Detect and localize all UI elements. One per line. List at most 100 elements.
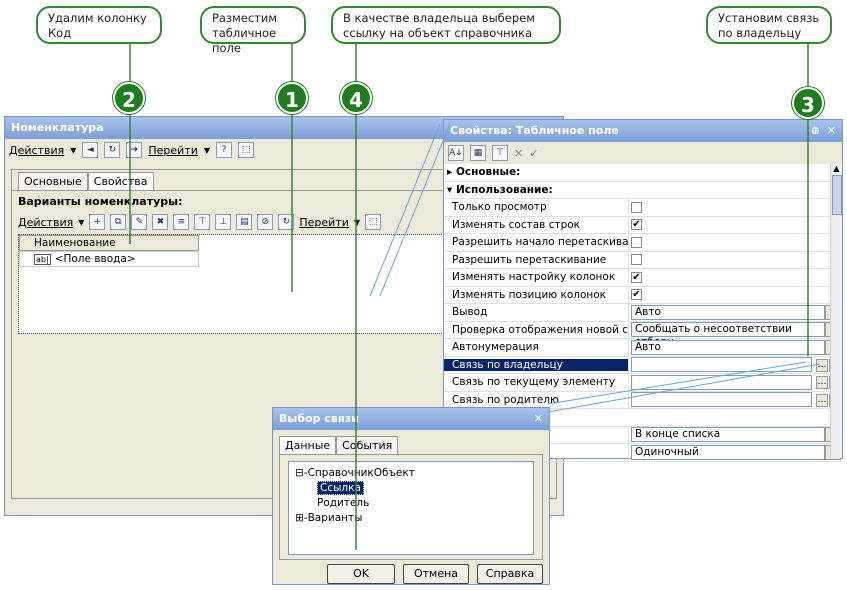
- property-value[interactable]: Сообщать о несоответствии отбору▼: [628, 321, 842, 348]
- cancel-icon[interactable]: ✕: [514, 147, 523, 160]
- checkbox[interactable]: [631, 254, 642, 266]
- scroll-thumb[interactable]: [831, 175, 842, 215]
- scrollbar[interactable]: ▲: [830, 164, 842, 458]
- combo-box[interactable]: Авто▼: [631, 339, 841, 355]
- combo-box[interactable]: В конце списка▼: [631, 427, 841, 443]
- combo-box[interactable]: Сообщать о несоответствии отбору▼: [631, 322, 841, 348]
- property-row[interactable]: Изменять состав строк ✔: [444, 216, 842, 234]
- property-row[interactable]: Автонумерация Авто▼: [444, 339, 842, 357]
- inner-goto-menu[interactable]: Перейти: [299, 216, 349, 229]
- tree-node-parent[interactable]: Родитель: [295, 496, 527, 511]
- copy-row-icon[interactable]: ⧉: [110, 214, 127, 230]
- ellipsis-button[interactable]: …: [816, 393, 828, 407]
- combo-box[interactable]: Авто▼: [631, 304, 841, 320]
- filter-icon[interactable]: ⊤: [194, 214, 211, 230]
- window-icon[interactable]: ⬚: [238, 142, 255, 158]
- clear-filter-icon[interactable]: ⊘: [257, 214, 274, 230]
- group-usage[interactable]: ▾ Использование:: [444, 182, 842, 199]
- property-value[interactable]: В конце списка▼: [628, 426, 842, 443]
- property-value[interactable]: …✕: [628, 356, 842, 373]
- sort-az-icon[interactable]: A↓: [448, 145, 464, 161]
- refresh-icon[interactable]: ↻: [278, 214, 295, 230]
- property-row[interactable]: Связь по текущему элементу …✕: [444, 374, 842, 392]
- step-marker-3: 3: [792, 87, 824, 119]
- actions-menu[interactable]: Действия: [9, 144, 64, 157]
- tab-events[interactable]: События: [336, 436, 399, 454]
- inner-actions-menu[interactable]: Действия: [18, 216, 73, 229]
- pick-field[interactable]: [631, 374, 812, 390]
- checkbox[interactable]: ✔: [631, 271, 642, 283]
- property-label: Автонумерация: [452, 341, 539, 354]
- edit-row-icon[interactable]: ✎: [131, 214, 148, 230]
- tab-properties[interactable]: Свойства: [87, 172, 154, 190]
- column-header-name[interactable]: Наименование: [19, 235, 199, 251]
- ok-button[interactable]: OK: [327, 564, 395, 584]
- property-row[interactable]: Связь по владельцу…✕: [444, 356, 842, 374]
- delete-row-icon[interactable]: ✖: [152, 214, 169, 230]
- property-row[interactable]: Вывод Авто▼: [444, 304, 842, 322]
- property-value[interactable]: [628, 234, 842, 251]
- move-icon[interactable]: ≡: [173, 214, 190, 230]
- checkbox[interactable]: ✔: [631, 219, 642, 231]
- tree-node-variants[interactable]: ⊞-Варианты: [295, 511, 527, 526]
- pick-field[interactable]: [631, 392, 812, 408]
- ellipsis-button[interactable]: …: [816, 376, 828, 389]
- property-value[interactable]: ✔: [628, 286, 842, 303]
- refresh-icon[interactable]: ↻: [104, 142, 121, 158]
- help-icon[interactable]: ?: [216, 142, 233, 158]
- table-row[interactable]: ab| <Поле ввода>: [19, 251, 199, 267]
- property-value[interactable]: Авто▼: [628, 339, 842, 356]
- combo-box[interactable]: Одиночный▼: [631, 444, 841, 460]
- tree-node-link[interactable]: Ссылка: [295, 481, 527, 496]
- property-label: Только просмотр: [452, 201, 547, 214]
- accept-icon[interactable]: ✓: [529, 147, 538, 160]
- property-value[interactable]: Одиночный▼: [628, 444, 842, 461]
- options-icon[interactable]: ▤: [236, 214, 253, 230]
- property-row[interactable]: Проверка отображения новой строкиСообщат…: [444, 321, 842, 348]
- tree-node-root[interactable]: ⊟-СправочникОбъект: [295, 466, 527, 481]
- property-value[interactable]: …✕: [628, 374, 842, 391]
- close-icon[interactable]: ✕: [534, 408, 543, 430]
- properties-title: Свойства: Табличное поле ⊕ ✕: [444, 120, 842, 142]
- combo-value: В конце списка: [635, 428, 721, 441]
- checkbox[interactable]: [631, 236, 642, 248]
- go-icon[interactable]: ➔: [126, 142, 143, 158]
- property-value[interactable]: ✔: [628, 269, 842, 286]
- add-row-icon[interactable]: +: [89, 214, 106, 230]
- property-value[interactable]: [628, 251, 842, 268]
- table-cell: <Поле ввода>: [54, 253, 136, 265]
- property-label: Связь по родителю: [452, 393, 559, 406]
- property-label: Связь по владельцу: [444, 358, 628, 371]
- tree-view[interactable]: ⊟-СправочникОбъект Ссылка Родитель ⊞-Вар…: [288, 461, 534, 555]
- property-value[interactable]: …✕: [628, 391, 842, 408]
- tab-main[interactable]: Основные: [18, 172, 88, 190]
- tab-data[interactable]: Данные: [279, 436, 337, 454]
- filter-props-icon[interactable]: ⊤: [492, 145, 508, 161]
- window-icon[interactable]: ⬚: [365, 214, 382, 230]
- property-value[interactable]: ✔: [628, 216, 842, 233]
- pick-field[interactable]: [631, 357, 812, 373]
- checkbox[interactable]: [631, 201, 642, 213]
- pin-icon[interactable]: ⊕: [811, 120, 820, 142]
- properties-title-text: Свойства: Табличное поле: [450, 124, 619, 137]
- property-row[interactable]: Только просмотр: [444, 199, 842, 217]
- cancel-button[interactable]: Отмена: [403, 564, 469, 584]
- ellipsis-button[interactable]: …: [816, 358, 828, 372]
- property-row[interactable]: Разрешить перетаскивание: [444, 251, 842, 269]
- checkbox[interactable]: ✔: [631, 289, 642, 301]
- property-value[interactable]: Авто▼: [628, 304, 842, 321]
- property-row[interactable]: Изменять настройку колонок ✔: [444, 269, 842, 287]
- scroll-up-icon[interactable]: ▲: [831, 164, 842, 173]
- chevron-down-icon: ▼: [78, 217, 85, 227]
- property-row[interactable]: Изменять позицию колонок ✔: [444, 286, 842, 304]
- help-button[interactable]: Справка: [477, 564, 543, 584]
- property-label: Связь по текущему элементу: [452, 376, 616, 389]
- property-row[interactable]: Разрешить начало перетаскивания: [444, 234, 842, 252]
- property-value[interactable]: [628, 199, 842, 216]
- back-icon[interactable]: ◄: [82, 142, 99, 158]
- categorize-icon[interactable]: ▦: [470, 145, 486, 161]
- goto-menu[interactable]: Перейти: [148, 144, 198, 157]
- group-basic[interactable]: ▸ Основные:: [444, 164, 842, 182]
- filter-list-icon[interactable]: ⊥: [215, 214, 232, 230]
- close-icon[interactable]: ✕: [827, 120, 836, 142]
